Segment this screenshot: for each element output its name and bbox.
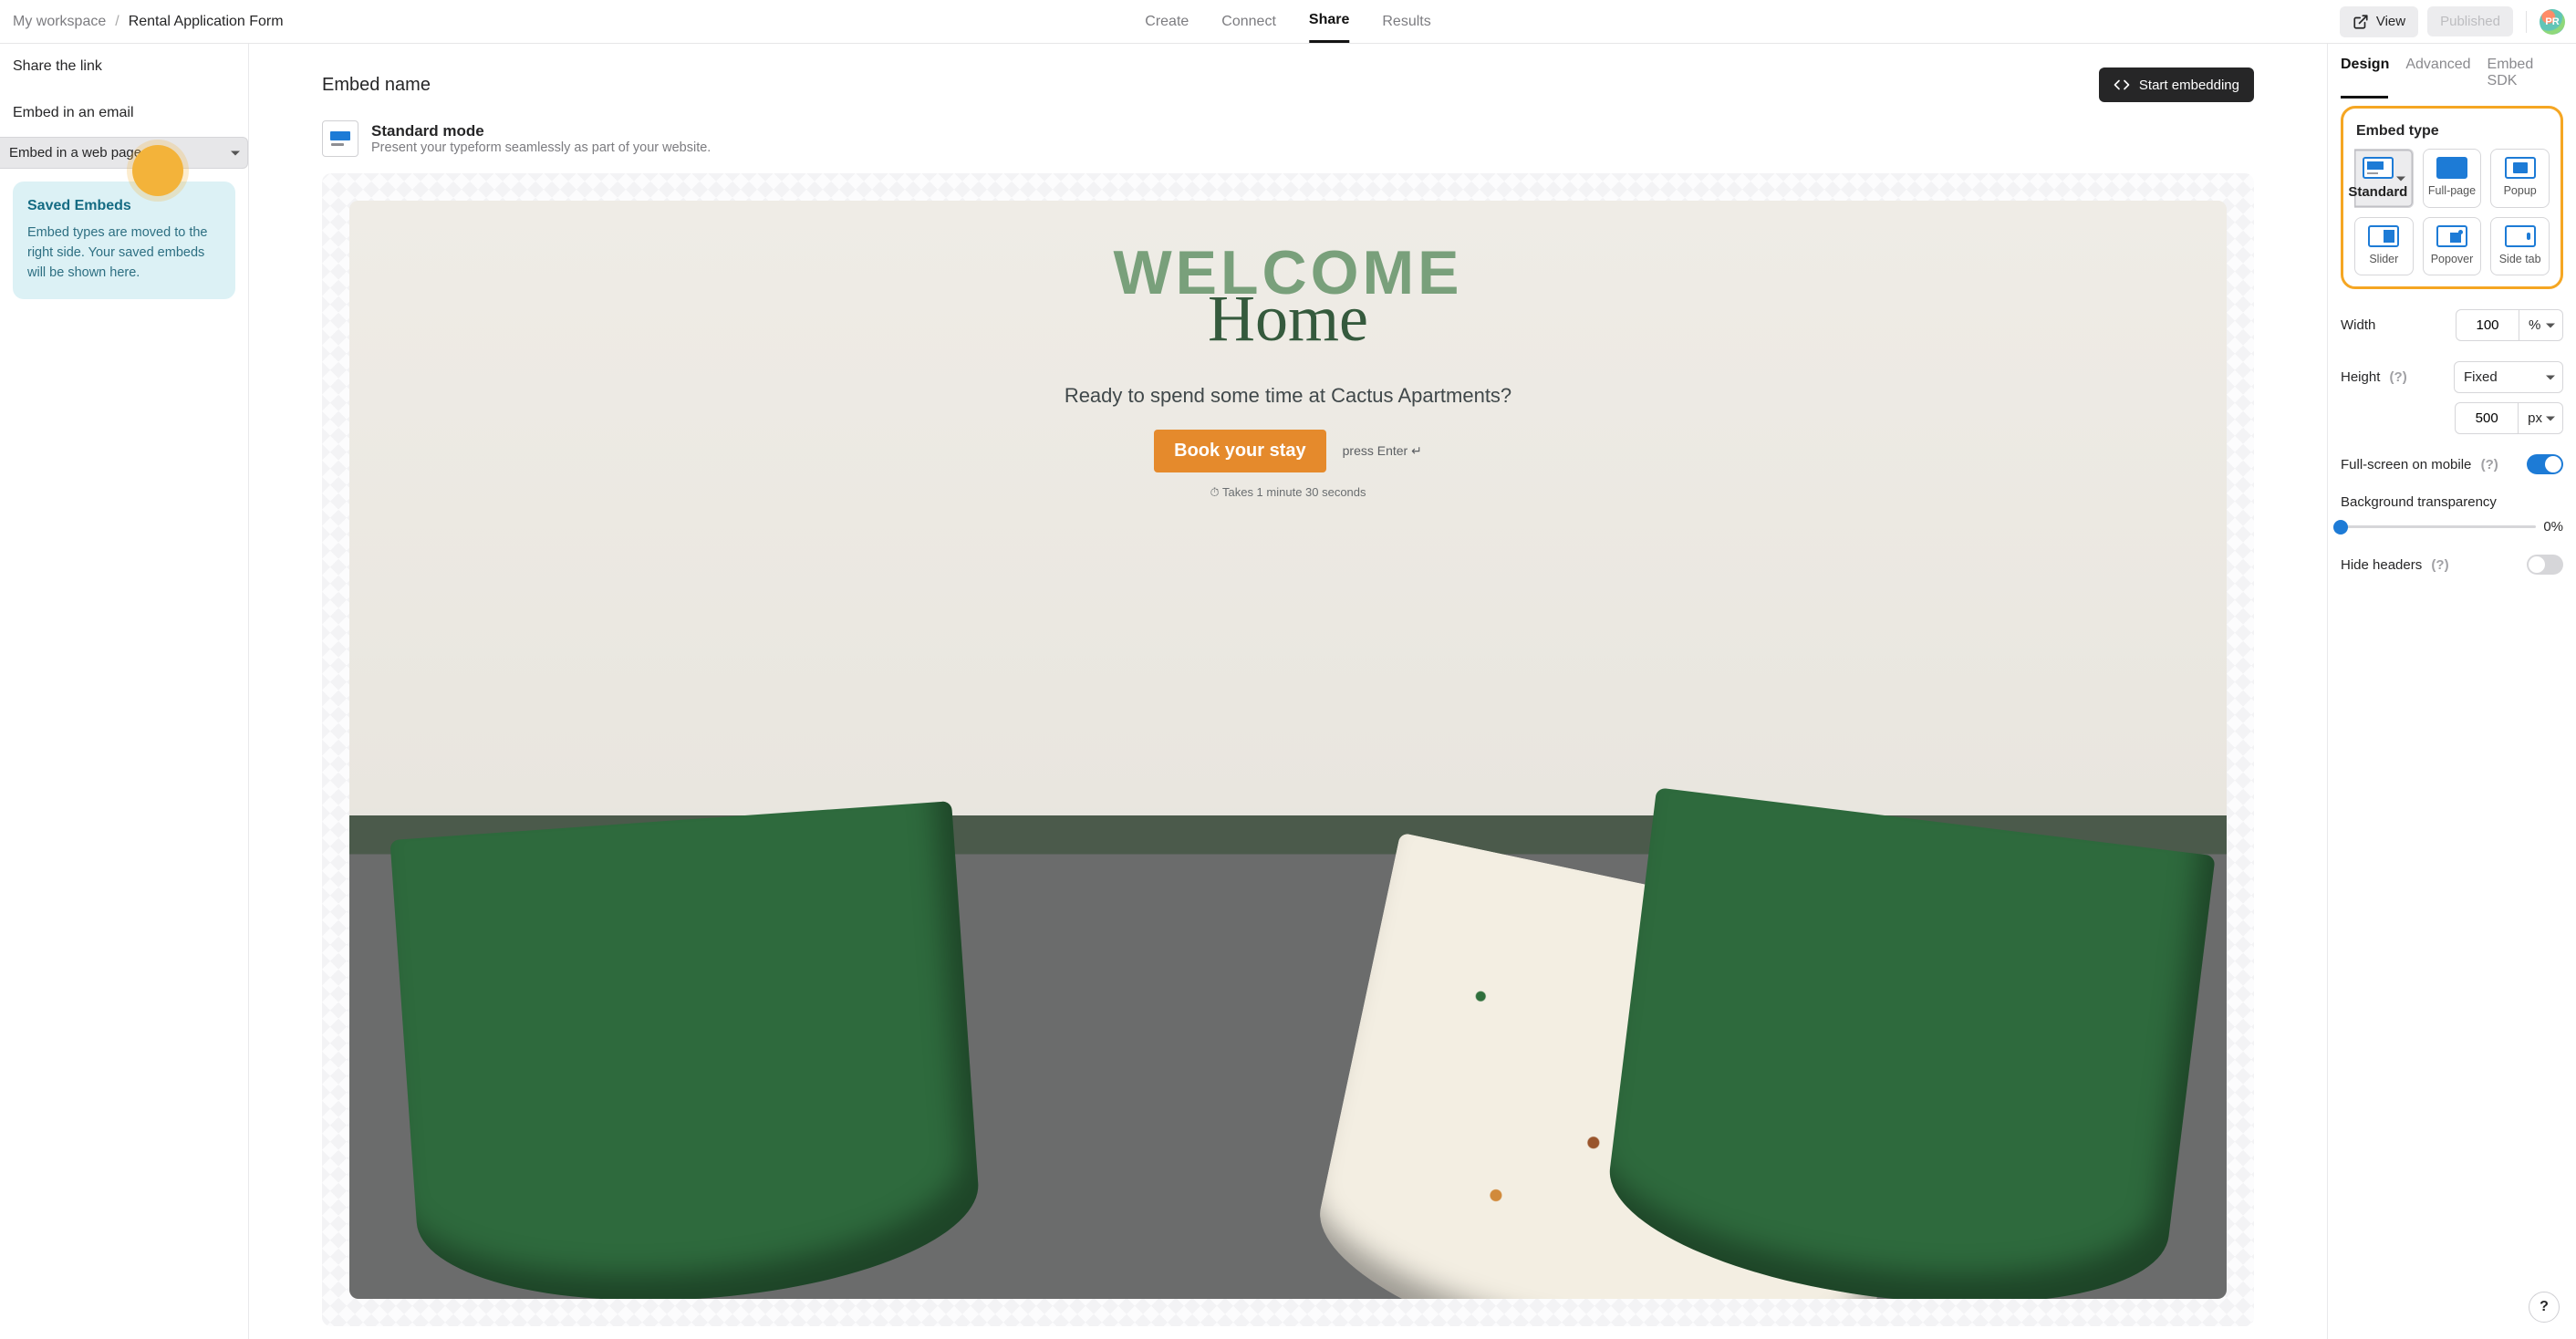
embed-type-sidetab[interactable]: Side tab <box>2490 217 2550 275</box>
breadcrumb-workspace[interactable]: My workspace <box>13 14 106 30</box>
embed-type-fullpage[interactable]: Full-page <box>2423 149 2482 208</box>
height-mode-select[interactable]: Fixed <box>2454 361 2563 393</box>
bg-transparency-slider-thumb[interactable] <box>2333 520 2348 535</box>
embed-type-popover[interactable]: Popover <box>2423 217 2482 275</box>
popup-type-icon <box>2505 157 2536 179</box>
mode-subtitle: Present your typeform seamlessly as part… <box>371 140 711 155</box>
embed-type-sidetab-label: Side tab <box>2499 253 2541 265</box>
sidetab-type-icon <box>2505 225 2536 247</box>
tab-results[interactable]: Results <box>1382 0 1430 43</box>
width-label: Width <box>2341 317 2375 333</box>
bg-transparency-label: Background transparency <box>2341 494 2497 510</box>
fullscreen-mobile-help-icon[interactable]: (?) <box>2481 457 2498 472</box>
help-fab-button[interactable]: ? <box>2529 1292 2560 1323</box>
embed-type-standard[interactable]: Standard <box>2354 149 2414 208</box>
tab-share[interactable]: Share <box>1309 0 1349 43</box>
fullscreen-mobile-toggle[interactable] <box>2527 454 2563 474</box>
sidebar-item-embed-webpage[interactable]: Embed in a web page <box>0 137 248 169</box>
sidebar-item-share-link[interactable]: Share the link <box>0 44 248 90</box>
avatar[interactable]: PR <box>2540 9 2565 35</box>
embed-type-popup-label: Popup <box>2504 184 2537 197</box>
saved-embeds-title: Saved Embeds <box>27 198 221 214</box>
height-unit-select[interactable]: px <box>2519 402 2563 434</box>
embed-type-fullpage-label: Full-page <box>2428 184 2476 197</box>
saved-embeds-body: Embed types are moved to the right side.… <box>27 223 221 283</box>
breadcrumb-form-name[interactable]: Rental Application Form <box>129 14 284 30</box>
slider-type-icon <box>2368 225 2399 247</box>
sidebar-item-embed-email[interactable]: Embed in an email <box>0 90 248 137</box>
external-link-icon <box>2353 14 2369 30</box>
breadcrumb-separator: / <box>115 14 119 30</box>
preview-home-text: Home <box>1208 281 1368 357</box>
height-label: Height <box>2341 369 2380 385</box>
hide-headers-help-icon[interactable]: (?) <box>2431 557 2448 573</box>
fullpage-type-icon <box>2436 157 2467 179</box>
embed-type-slider[interactable]: Slider <box>2354 217 2414 275</box>
embed-type-title: Embed type <box>2356 123 2548 140</box>
hide-headers-label: Hide headers <box>2341 557 2422 573</box>
embed-type-standard-label: Standard <box>2348 184 2407 200</box>
embed-type-section: Embed type Standard Full-page Popup Slid… <box>2341 106 2563 289</box>
start-embedding-button[interactable]: Start embedding <box>2099 67 2254 102</box>
embed-type-popup[interactable]: Popup <box>2490 149 2550 208</box>
page-title: Embed name <box>322 75 431 96</box>
standard-mode-icon <box>322 120 358 157</box>
preview-time-estimate: ⏱ Takes 1 minute 30 seconds <box>1210 485 1366 500</box>
view-button-label: View <box>2376 14 2405 29</box>
typeform-preview[interactable]: WELCOME Home Ready to spend some time at… <box>349 201 2227 1299</box>
start-embedding-label: Start embedding <box>2139 78 2239 93</box>
embed-type-slider-label: Slider <box>2369 253 2398 265</box>
popover-type-icon <box>2436 225 2467 247</box>
tab-connect[interactable]: Connect <box>1221 0 1276 43</box>
right-tab-embed-sdk[interactable]: Embed SDK <box>2488 57 2563 89</box>
preview-cta-button[interactable]: Book your stay <box>1154 430 1325 472</box>
divider <box>2526 11 2527 33</box>
right-tab-advanced[interactable]: Advanced <box>2405 57 2470 89</box>
height-help-icon[interactable]: (?) <box>2390 369 2407 385</box>
bg-transparency-slider[interactable] <box>2341 525 2536 528</box>
tab-create[interactable]: Create <box>1145 0 1189 43</box>
saved-embeds-card: Saved Embeds Embed types are moved to th… <box>13 182 235 299</box>
published-button: Published <box>2427 6 2513 36</box>
fullscreen-mobile-label: Full-screen on mobile <box>2341 457 2471 472</box>
preview-enter-hint: press Enter ↵ <box>1343 443 1422 459</box>
width-input[interactable] <box>2456 309 2519 341</box>
hide-headers-toggle[interactable] <box>2527 555 2563 575</box>
right-tab-design[interactable]: Design <box>2341 57 2389 89</box>
width-unit-select[interactable]: % <box>2519 309 2563 341</box>
sidebar-item-embed-webpage-label: Embed in a web page <box>9 145 141 161</box>
view-button[interactable]: View <box>2340 6 2418 37</box>
height-input[interactable] <box>2455 402 2519 434</box>
published-button-label: Published <box>2440 14 2500 29</box>
standard-type-icon <box>2363 157 2394 179</box>
embed-type-popover-label: Popover <box>2431 253 2474 265</box>
preview-canvas: WELCOME Home Ready to spend some time at… <box>322 173 2254 1326</box>
mode-title: Standard mode <box>371 122 711 140</box>
code-icon <box>2114 77 2130 93</box>
bg-transparency-value: 0% <box>2543 519 2563 535</box>
preview-subtitle: Ready to spend some time at Cactus Apart… <box>1065 384 1511 408</box>
